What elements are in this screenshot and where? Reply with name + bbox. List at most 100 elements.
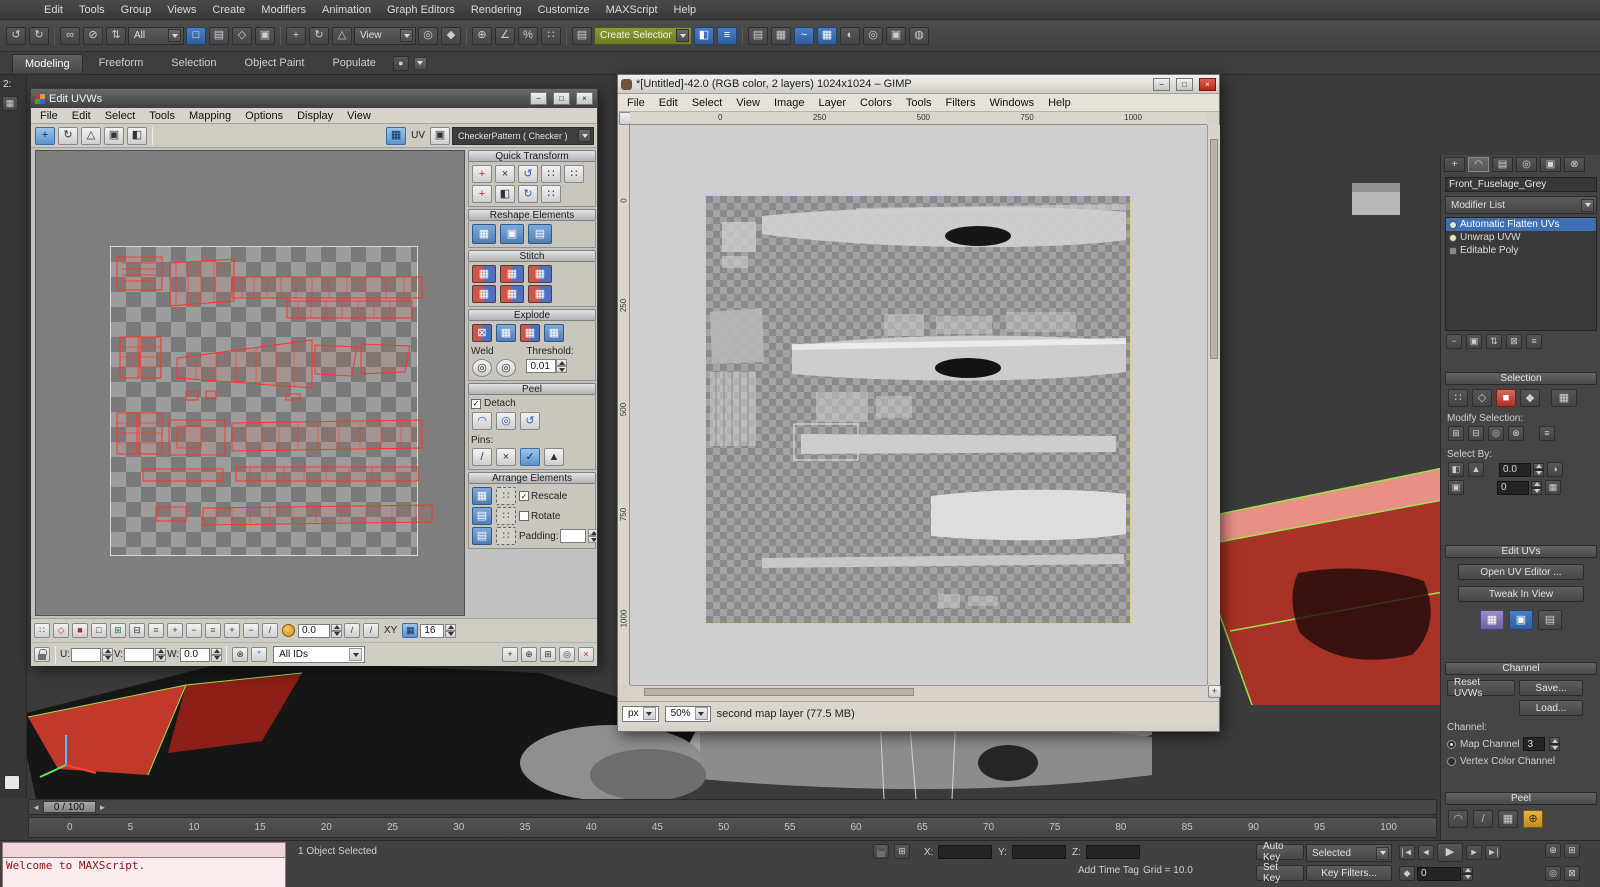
gimp-menu-item[interactable]: Layer <box>812 96 854 110</box>
uvw-titlebar[interactable]: Edit UVWs − □ × <box>31 89 597 108</box>
ribbon-tab-selection[interactable]: Selection <box>159 54 228 72</box>
threshold-spinner[interactable] <box>556 359 568 373</box>
modifier-visibility-icon[interactable] <box>1449 220 1457 229</box>
menubar-item[interactable]: Rendering <box>463 1 530 19</box>
peel-reset-icon[interactable]: ↺ <box>520 412 540 430</box>
pin-stack-icon[interactable]: − <box>1446 334 1462 349</box>
display-tab-icon[interactable]: ▣ <box>1540 157 1561 172</box>
spin-down-icon[interactable] <box>331 630 342 638</box>
paint-select-icon[interactable]: ■ <box>72 623 88 638</box>
menubar-item[interactable]: Views <box>159 1 204 19</box>
select-and-move-icon[interactable]: + <box>286 26 306 45</box>
ribbon-tab-object-paint[interactable]: Object Paint <box>233 54 317 72</box>
remove-modifier-icon[interactable]: ⊠ <box>1506 334 1522 349</box>
spin-down-icon[interactable] <box>1531 487 1542 495</box>
material-editor-icon[interactable]: ◐ <box>840 26 860 45</box>
listener-output[interactable]: Welcome to MAXScript. <box>2 858 286 887</box>
face-mode-icon[interactable]: ■ <box>1496 389 1516 407</box>
soft-selection-icon[interactable]: ∷ <box>34 623 50 638</box>
stack-item-automatic-flatten[interactable]: Automatic Flatten UVs <box>1446 218 1596 231</box>
gimp-canvas[interactable] <box>630 125 1207 685</box>
grow-selection-icon[interactable]: ⊞ <box>110 623 126 638</box>
brush-falloff-icon[interactable] <box>282 624 295 637</box>
planar-angle-spinner[interactable] <box>1533 462 1544 477</box>
explode-edges-icon[interactable]: ▦ <box>520 324 540 342</box>
peel-mode-icon[interactable]: ◠ <box>472 412 492 430</box>
gimp-navigation-icon[interactable]: + <box>1208 685 1221 698</box>
spinner-snap-icon[interactable]: ∷ <box>541 26 561 45</box>
checker-pattern-dropdown[interactable]: CheckerPattern ( Checker ) <box>452 126 594 145</box>
ribbon-state-icon[interactable]: ● <box>392 55 409 71</box>
menubar-item[interactable]: Modifiers <box>253 1 314 19</box>
weld-together-icon[interactable]: ◎ <box>496 359 516 377</box>
hscroll-thumb[interactable] <box>644 688 914 696</box>
graphite-toggle-icon[interactable]: ▦ <box>771 26 791 45</box>
spin-up-icon[interactable] <box>331 623 342 631</box>
menubar-item[interactable]: Group <box>113 1 160 19</box>
texture-list-icon[interactable]: ▣ <box>430 126 450 145</box>
zoom-extents-icon[interactable]: ◎ <box>559 647 575 662</box>
reset-uvws-button[interactable]: Reset UVWs <box>1447 677 1515 699</box>
previous-frame-icon[interactable]: ◄ <box>1418 845 1434 860</box>
v-spinner[interactable] <box>155 647 167 662</box>
spin-up-icon[interactable] <box>211 647 223 655</box>
gimp-menu-item[interactable]: Edit <box>652 96 685 110</box>
go-to-start-icon[interactable]: |◄ <box>1399 845 1415 860</box>
go-to-end-icon[interactable]: ►| <box>1485 845 1501 860</box>
select-loop-icon[interactable]: ⊗ <box>1508 426 1524 441</box>
explode-header[interactable]: Explode <box>468 309 596 321</box>
gimp-minimize-button[interactable]: − <box>1153 77 1170 91</box>
select-by-angle-icon[interactable]: ▲ <box>1468 462 1484 477</box>
all-ids-dropdown[interactable]: All IDs <box>273 646 366 663</box>
ribbon-tab-modeling[interactable]: Modeling <box>12 53 83 73</box>
w-field[interactable]: 0.0 <box>180 647 211 662</box>
peel-edit-seams-icon[interactable]: / <box>1473 810 1493 828</box>
angle-snap-icon[interactable]: ∠ <box>495 26 515 45</box>
gimp-hscrollbar[interactable] <box>630 685 1207 698</box>
grid-snap-icon[interactable]: ▦ <box>402 623 419 638</box>
select-by-name-icon[interactable]: ▤ <box>209 26 229 45</box>
stitch-custom-icon[interactable]: ▦ <box>472 265 496 283</box>
uvw-menu-item[interactable]: Mapping <box>182 109 238 123</box>
schematic-view-icon[interactable]: ▦ <box>817 26 837 45</box>
show-end-result-icon[interactable]: ▣ <box>1466 334 1482 349</box>
distribute-icon[interactable]: ∷ <box>541 185 561 203</box>
selection-lock-icon[interactable] <box>873 844 889 859</box>
rearrange-icon[interactable]: ▤ <box>472 527 492 545</box>
ribbon-tab-freeform[interactable]: Freeform <box>87 54 156 72</box>
select-object-icon[interactable]: □ <box>186 26 206 45</box>
select-and-manipulate-icon[interactable]: ◆ <box>441 26 461 45</box>
absolute-mode-icon[interactable]: ⊞ <box>894 844 910 859</box>
rearrange-custom-icon[interactable]: ∷ <box>496 527 516 545</box>
current-frame-field[interactable]: 0 <box>1417 866 1461 881</box>
make-unique-icon[interactable]: ⇅ <box>1486 334 1502 349</box>
zoom-region-icon[interactable]: ⊞ <box>540 647 556 662</box>
select-by-planar-icon[interactable]: ◧ <box>1448 462 1464 477</box>
stitch-header[interactable]: Stitch <box>468 250 596 262</box>
padding-field[interactable] <box>560 529 587 543</box>
falloff-shape-icon[interactable]: ◇ <box>53 623 69 638</box>
freeform-mode-icon[interactable]: ▣ <box>104 126 124 145</box>
zoom-tool-icon[interactable]: ⊕ <box>521 647 537 662</box>
x-field[interactable] <box>938 845 992 859</box>
rotate-ccw-icon[interactable]: ↺ <box>518 165 538 183</box>
rotate-checkbox[interactable] <box>519 511 529 521</box>
scale-tool-icon[interactable]: △ <box>81 126 101 145</box>
stitch-edges-icon[interactable]: ▦ <box>500 285 524 303</box>
left-panel-icon[interactable]: ▦ <box>2 96 18 111</box>
align-icon[interactable]: ≡ <box>717 26 737 45</box>
menubar-item[interactable]: Edit <box>36 1 71 19</box>
undo-icon[interactable]: ↺ <box>6 26 26 45</box>
gimp-menu-item[interactable]: File <box>620 96 652 110</box>
gimp-vscrollbar[interactable] <box>1207 125 1220 685</box>
play-button[interactable]: ▶ <box>1437 843 1463 862</box>
z-field[interactable] <box>1086 845 1140 859</box>
ribbon-tab-populate[interactable]: Populate <box>320 54 387 72</box>
y-field[interactable] <box>1012 845 1066 859</box>
falloff-space-icon[interactable]: / <box>363 623 379 638</box>
channel-rollout-header[interactable]: Channel <box>1445 662 1597 675</box>
ribbon-caret-icon[interactable] <box>413 56 427 70</box>
select-element-icon[interactable]: ▦ <box>1551 389 1577 407</box>
map-channel-radio[interactable] <box>1447 739 1456 749</box>
auto-key-button[interactable]: Auto Key <box>1256 841 1304 863</box>
